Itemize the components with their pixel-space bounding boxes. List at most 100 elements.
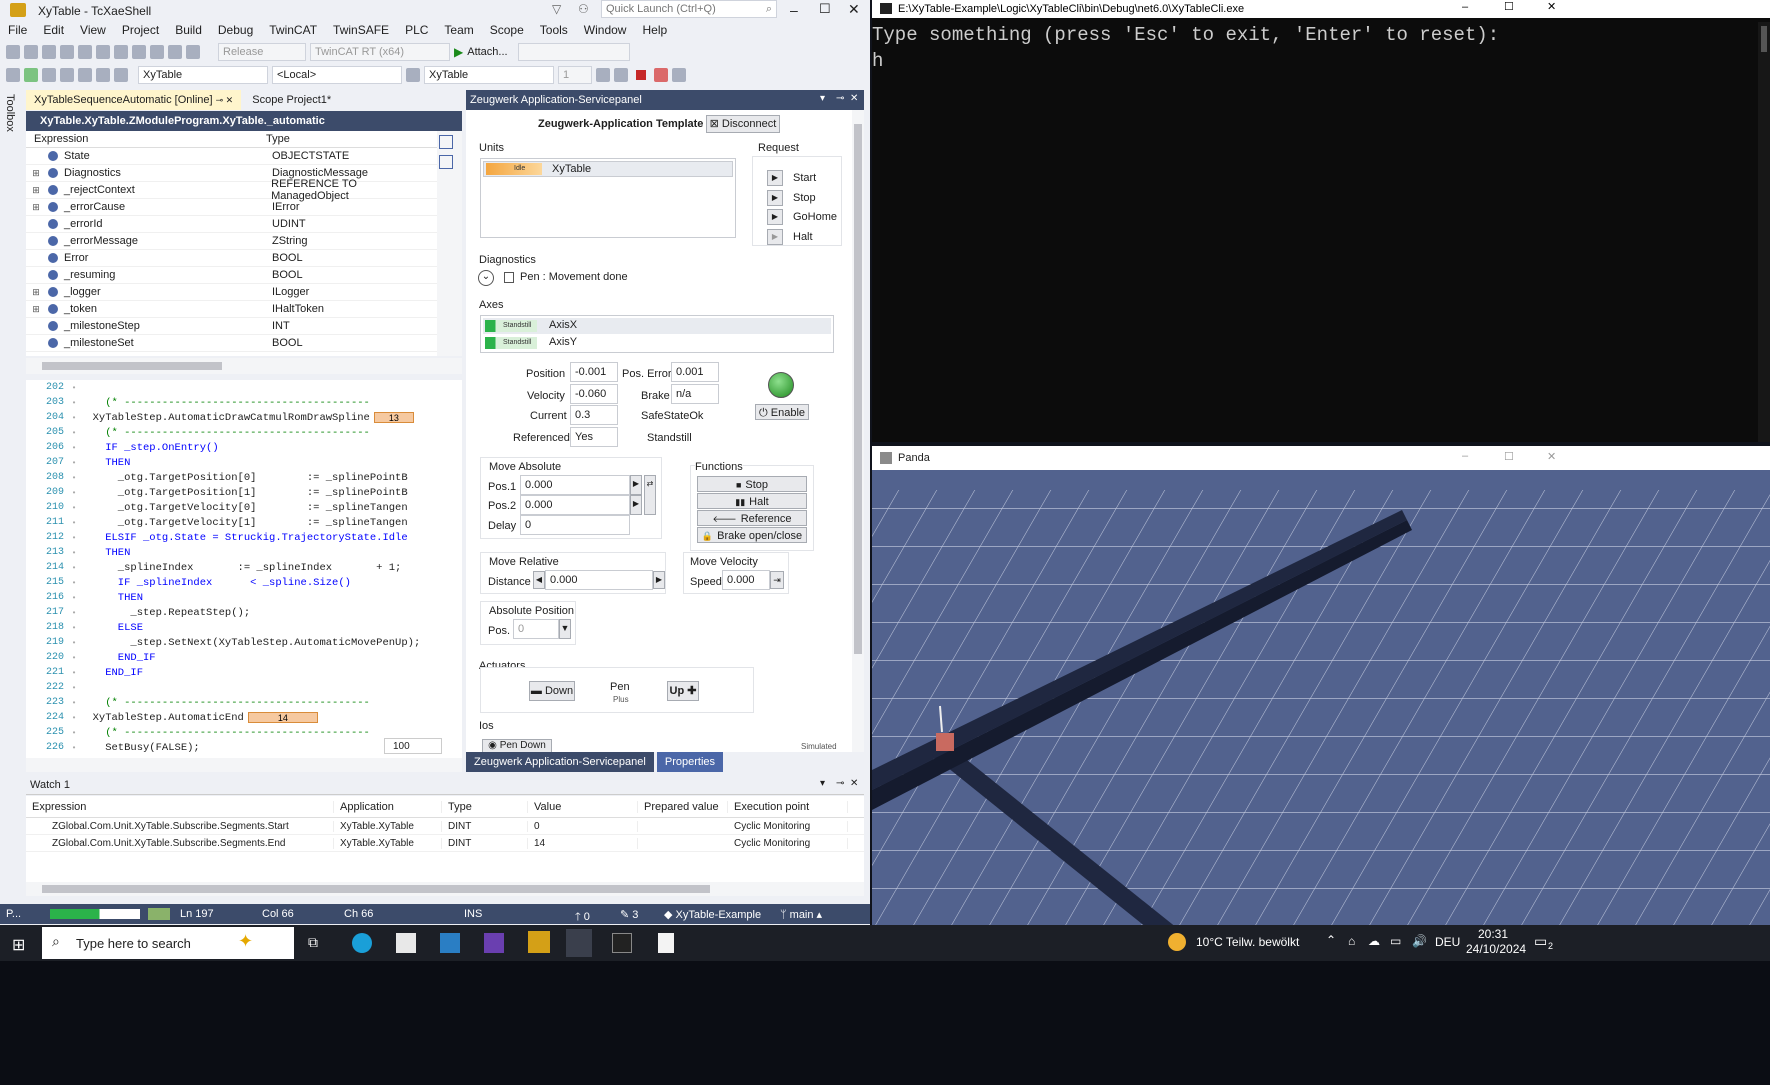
redo-icon[interactable] bbox=[186, 45, 200, 59]
unit-row[interactable]: Idle XyTable bbox=[483, 161, 733, 177]
menu-tools[interactable]: Tools bbox=[532, 23, 576, 37]
request-play-icon[interactable]: ▶ bbox=[767, 189, 783, 206]
breakpoint-marker[interactable]: • bbox=[68, 383, 80, 392]
breakpoint-marker[interactable]: • bbox=[68, 533, 80, 542]
logout-icon[interactable] bbox=[654, 68, 668, 82]
attach-target-combo[interactable] bbox=[517, 43, 630, 61]
distance-input[interactable]: 0.000 bbox=[545, 570, 653, 590]
menu-edit[interactable]: Edit bbox=[35, 23, 72, 37]
tray-device-icon[interactable]: ⌂ bbox=[1348, 934, 1355, 948]
expand-plus-icon[interactable]: ⊞ bbox=[30, 185, 42, 196]
menu-debug[interactable]: Debug bbox=[210, 23, 261, 37]
choose-target-icon[interactable] bbox=[406, 68, 420, 82]
status-repo[interactable]: ◆ XyTable-Example bbox=[664, 908, 761, 921]
up-button[interactable]: Up ✚ bbox=[667, 681, 699, 701]
language-indicator[interactable]: DEU bbox=[1435, 935, 1460, 949]
down-button[interactable]: ▬ Down bbox=[529, 681, 575, 701]
menu-file[interactable]: File bbox=[0, 23, 35, 37]
breakpoint-marker[interactable]: • bbox=[68, 473, 80, 482]
watch-col[interactable]: Prepared value bbox=[638, 800, 728, 813]
watch-close-icon[interactable]: ✕ bbox=[850, 778, 858, 789]
file-icon[interactable] bbox=[658, 933, 674, 953]
expand-plus-icon[interactable]: ⊞ bbox=[30, 168, 42, 179]
watch-pin-icon[interactable]: ⊸ bbox=[836, 778, 844, 789]
clock-date[interactable]: 24/10/2024 bbox=[1466, 942, 1526, 956]
zoom-level[interactable]: 100 bbox=[384, 738, 442, 754]
terminal-active-icon[interactable] bbox=[566, 929, 592, 957]
play-icon[interactable]: ▶ bbox=[454, 45, 463, 59]
breakpoint-marker[interactable]: • bbox=[68, 428, 80, 437]
abspos-input[interactable]: 0 bbox=[513, 619, 559, 639]
start-icon[interactable] bbox=[614, 68, 628, 82]
menu-scope[interactable]: Scope bbox=[482, 23, 532, 37]
breakpoint-marker[interactable]: • bbox=[68, 683, 80, 692]
breakpoint-marker[interactable]: • bbox=[68, 653, 80, 662]
breakpoint-marker[interactable]: • bbox=[68, 488, 80, 497]
watch-col[interactable]: Execution point bbox=[728, 800, 848, 813]
tab-scope-project[interactable]: Scope Project1* bbox=[244, 90, 339, 110]
clock-time[interactable]: 20:31 bbox=[1478, 927, 1508, 941]
toggle-icon[interactable] bbox=[96, 68, 110, 82]
breakpoint-marker[interactable]: • bbox=[68, 668, 80, 677]
list-view-icon[interactable] bbox=[439, 135, 453, 149]
code-line[interactable]: 216 • THEN bbox=[26, 590, 462, 605]
watch-col[interactable]: Value bbox=[528, 800, 638, 813]
table-view-icon[interactable] bbox=[439, 155, 453, 169]
code-line[interactable]: 217 • _step.RepeatStep(); bbox=[26, 605, 462, 620]
pen-down-button[interactable]: ◉ Pen Down bbox=[482, 739, 552, 752]
new-project-icon[interactable] bbox=[42, 45, 56, 59]
code-line[interactable]: 204 • XyTableStep.AutomaticDrawCatmulRomD… bbox=[26, 410, 462, 425]
breakpoint-marker[interactable]: • bbox=[68, 548, 80, 557]
breakpoint-marker[interactable]: • bbox=[68, 518, 80, 527]
code-line[interactable]: 211 • _otg.TargetVelocity[1] := _splineTa… bbox=[26, 515, 462, 530]
status-changes[interactable]: ✎ 3 bbox=[620, 908, 638, 921]
request-play-icon[interactable]: ▶ bbox=[767, 228, 783, 245]
maximize-button[interactable]: ☐ bbox=[819, 1, 831, 17]
request-play-icon[interactable]: ▶ bbox=[767, 209, 783, 225]
toolbox-tab[interactable]: Toolbox bbox=[4, 94, 16, 132]
instance-combo[interactable]: 1 bbox=[558, 66, 592, 84]
speed-go-button[interactable]: ⇥ bbox=[770, 571, 784, 589]
menu-view[interactable]: View bbox=[72, 23, 114, 37]
breakpoint-marker[interactable]: • bbox=[68, 638, 80, 647]
panda-3d-viewport[interactable] bbox=[872, 470, 1770, 936]
breakpoint-marker[interactable]: • bbox=[68, 413, 80, 422]
tab-servicepanel[interactable]: Zeugwerk Application-Servicepanel bbox=[466, 752, 654, 772]
expand-plus-icon[interactable]: ⊞ bbox=[30, 202, 42, 213]
function-stop-button[interactable]: ■ Stop bbox=[697, 476, 807, 492]
toolbox-strip[interactable]: Toolbox bbox=[0, 88, 26, 898]
code-line[interactable]: 221 • END_IF bbox=[26, 665, 462, 680]
breakpoint-marker[interactable]: • bbox=[68, 743, 80, 752]
code-line[interactable]: 213 • THEN bbox=[26, 545, 462, 560]
code-line[interactable]: 218 • ELSE bbox=[26, 620, 462, 635]
decl-scrollbar[interactable] bbox=[437, 131, 462, 356]
status-branch[interactable]: ᛘ main ▴ bbox=[780, 908, 822, 921]
breakpoint-marker[interactable]: • bbox=[68, 443, 80, 452]
breakpoint-marker[interactable]: • bbox=[68, 578, 80, 587]
request-start[interactable]: ▶ Start bbox=[767, 170, 816, 186]
network-icon[interactable]: ▭ bbox=[1390, 934, 1401, 948]
code-line[interactable]: 206 • IF _step.OnEntry() bbox=[26, 440, 462, 455]
menu-twincat[interactable]: TwinCAT bbox=[261, 23, 325, 37]
back-icon[interactable] bbox=[6, 45, 20, 59]
vscode-icon[interactable] bbox=[440, 933, 460, 953]
config-combo[interactable]: Release bbox=[218, 43, 306, 61]
table-row[interactable]: _resuming BOOL bbox=[26, 267, 437, 284]
watch-row[interactable]: ZGlobal.Com.Unit.XyTable.Subscribe.Segme… bbox=[26, 818, 864, 835]
panel-close-icon[interactable]: ✕ bbox=[850, 93, 858, 104]
table-row[interactable]: _errorId UDINT bbox=[26, 216, 437, 233]
breakpoint-marker[interactable]: • bbox=[68, 608, 80, 617]
code-line[interactable]: 215 • IF _splineIndex < _spline.Size() bbox=[26, 575, 462, 590]
console-icon[interactable] bbox=[612, 933, 632, 953]
watch-row[interactable]: ZGlobal.Com.Unit.XyTable.Subscribe.Segme… bbox=[26, 835, 864, 852]
code-line[interactable]: 209 • _otg.TargetPosition[1] := _splinePo… bbox=[26, 485, 462, 500]
breakpoint-marker[interactable]: • bbox=[68, 593, 80, 602]
menu-build[interactable]: Build bbox=[167, 23, 210, 37]
servicepanel-scrollbar[interactable] bbox=[852, 110, 864, 752]
delay-input[interactable]: 0 bbox=[520, 515, 630, 535]
table-row[interactable]: ⊞ _logger ILogger bbox=[26, 284, 437, 301]
code-line[interactable]: 212 • ELSIF _otg.State = Struckig.Traject… bbox=[26, 530, 462, 545]
config-mode-icon[interactable] bbox=[60, 68, 74, 82]
watch-col[interactable]: Expression bbox=[26, 800, 334, 813]
code-line[interactable]: 205 • (* --------------------------------… bbox=[26, 425, 462, 440]
